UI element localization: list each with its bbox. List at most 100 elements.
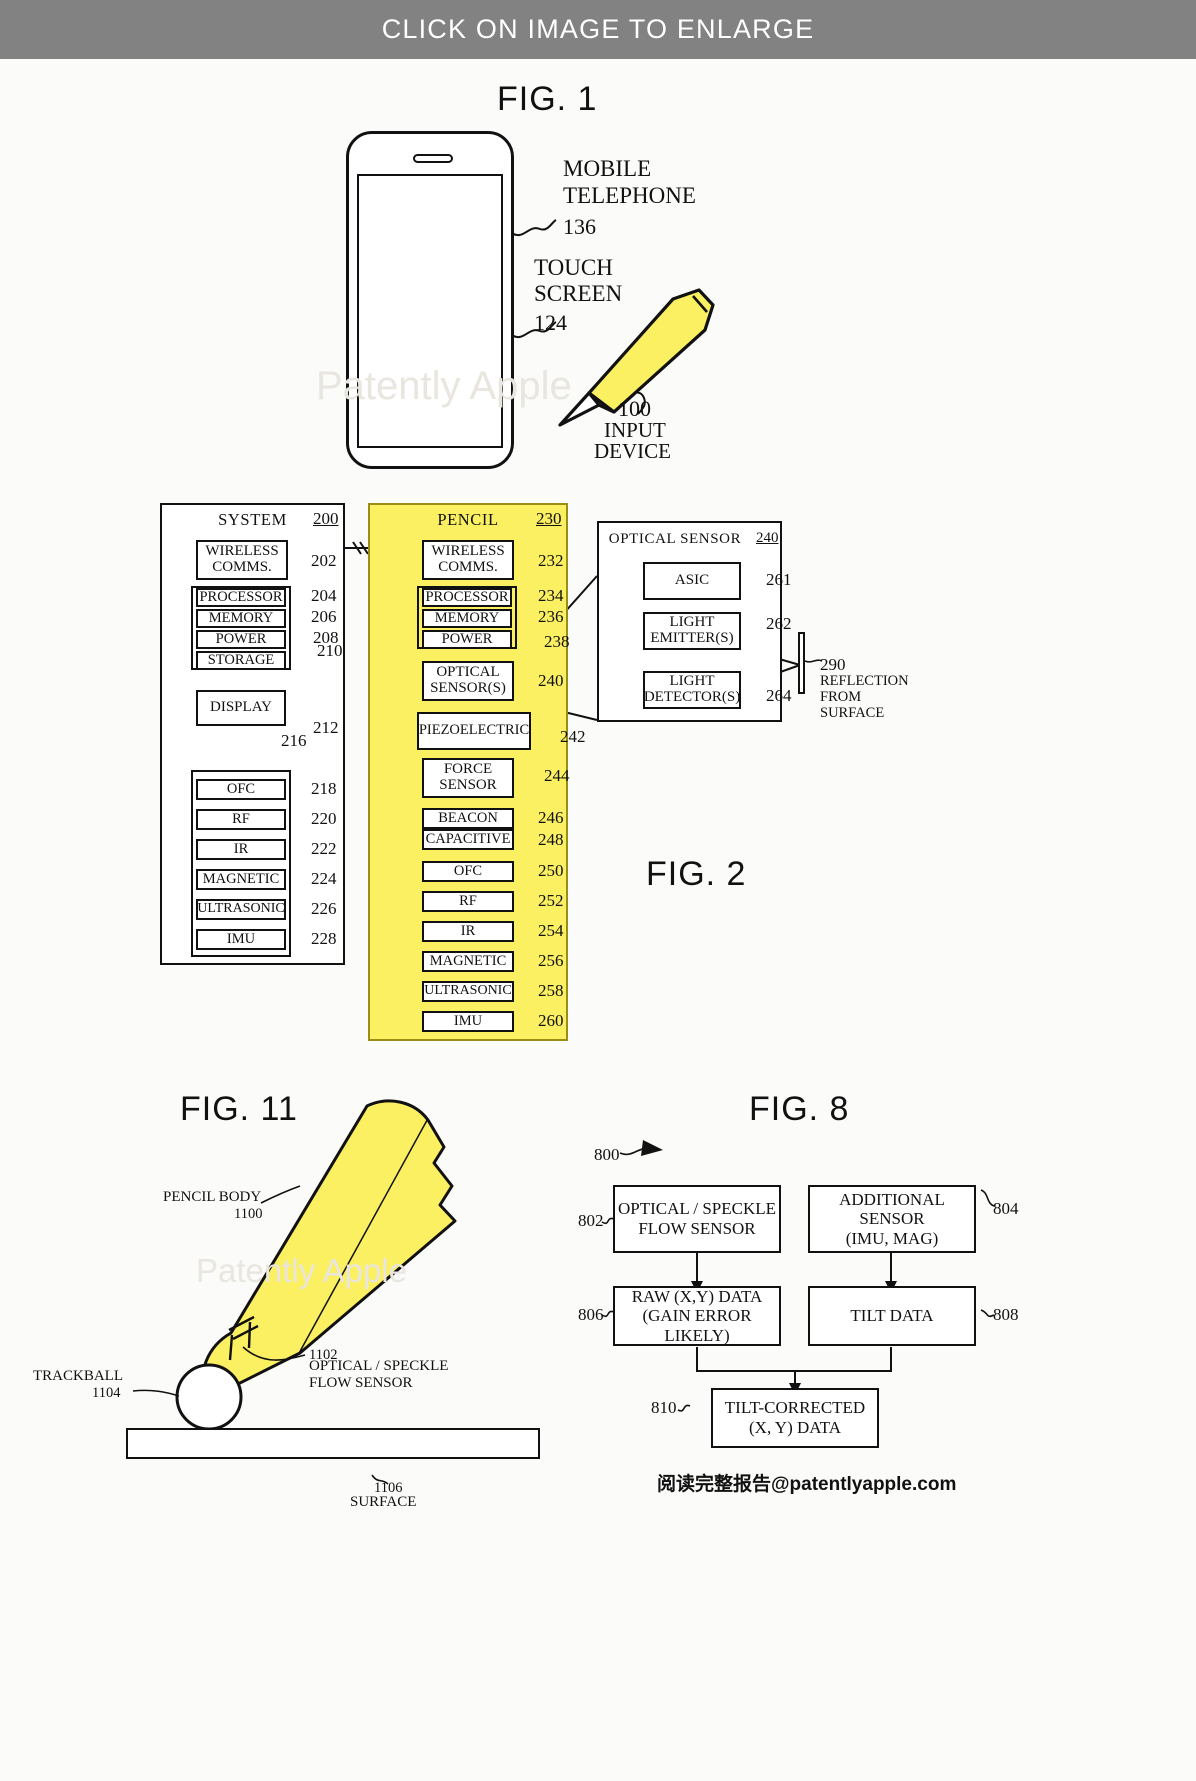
pencil-wireless-line2: COMMS. bbox=[438, 559, 498, 575]
pencil-capacitive-label: CAPACITIVE bbox=[425, 830, 511, 847]
pencil-beacon-label: BEACON bbox=[438, 809, 498, 826]
fig8-node2-line2: (GAIN ERROR LIKELY) bbox=[642, 1306, 752, 1345]
trackball-ref: 1104 bbox=[92, 1385, 121, 1401]
touch-screen-label-line2: SCREEN bbox=[534, 281, 623, 306]
trackball-label: TRACKBALL bbox=[33, 1368, 123, 1384]
fig8-node1-line2: (IMU, MAG) bbox=[845, 1228, 939, 1248]
system-processor-label: PROCESSOR bbox=[199, 588, 283, 605]
touch-screen-ref: 124 bbox=[534, 310, 567, 335]
optical-sensor-panel-title: OPTICAL SENSOR bbox=[608, 531, 742, 547]
system-ultrasonic-label: ULTRASONIC bbox=[197, 901, 285, 917]
pencil-item-magnetic: MAGNETIC bbox=[422, 951, 514, 972]
system-sensor-ir: IR bbox=[196, 839, 286, 860]
pencil-body-ref: 1100 bbox=[234, 1206, 263, 1222]
enlarge-banner-label: CLICK ON IMAGE TO ENLARGE bbox=[381, 14, 815, 44]
optical-detector-line1: LIGHT bbox=[669, 673, 715, 690]
system-processor-ref: 204 bbox=[311, 586, 337, 605]
system-sensor-magnetic: MAGNETIC bbox=[196, 869, 286, 890]
system-wireless-ref: 202 bbox=[311, 551, 337, 570]
reflection-ref: 290 bbox=[820, 655, 846, 674]
pencil-block-memory: MEMORY bbox=[422, 609, 512, 628]
pencil-capacitive-ref: 248 bbox=[538, 830, 564, 849]
pencil-wireless-comms-block: WIRELESS COMMS. bbox=[422, 540, 514, 580]
fig8-node-raw-xy-data: RAW (X,Y) DATA (GAIN ERROR LIKELY) bbox=[613, 1286, 781, 1346]
pencil-item-ofc: OFC bbox=[422, 861, 514, 882]
pencil-rf-ref: 252 bbox=[538, 891, 564, 910]
pencil-block-power: POWER bbox=[422, 630, 512, 649]
phone-speaker-icon bbox=[413, 154, 453, 163]
system-imu-label: IMU bbox=[226, 930, 256, 947]
pencil-item-rf: RF bbox=[422, 891, 514, 912]
fig8-node-optical-speckle-flow-sensor: OPTICAL / SPECKLE FLOW SENSOR bbox=[613, 1185, 781, 1253]
optical-sensor-panel-ref: 240 bbox=[756, 530, 779, 546]
fig8-node3-line1: TILT DATA bbox=[850, 1306, 934, 1326]
pencil-force-line1: FORCE bbox=[443, 761, 493, 778]
system-sensor-imu: IMU bbox=[196, 929, 286, 950]
pencil-memory-label: MEMORY bbox=[434, 609, 500, 626]
system-block-storage: STORAGE bbox=[196, 651, 286, 670]
enlarge-banner[interactable]: CLICK ON IMAGE TO ENLARGE bbox=[0, 0, 1196, 59]
system-ir-label: IR bbox=[233, 840, 249, 857]
system-ofc-ref: 218 bbox=[311, 779, 337, 798]
optical-emitter-line1: LIGHT bbox=[669, 614, 715, 631]
watermark-fig11: Patently Apple bbox=[196, 1252, 407, 1289]
fig8-node2-line1: RAW (X,Y) DATA bbox=[631, 1286, 763, 1306]
pencil-item-ultrasonic: ULTRASONIC bbox=[422, 981, 514, 1002]
pencil-ofc-ref: 250 bbox=[538, 861, 564, 880]
pencil-processor-label: PROCESSOR bbox=[425, 588, 509, 605]
pencil-power-label: POWER bbox=[441, 630, 493, 647]
pencil-rf-label: RF bbox=[459, 892, 477, 909]
mobile-telephone-label-line2: TELEPHONE bbox=[563, 183, 696, 208]
pencil-item-imu: IMU bbox=[422, 1011, 514, 1032]
fig2-title: FIG. 2 bbox=[646, 855, 747, 893]
pencil-block-processor: PROCESSOR bbox=[422, 588, 512, 607]
fig11-sensor-line1: OPTICAL / SPECKLE bbox=[309, 1358, 449, 1374]
system-display-ref: 212 bbox=[313, 718, 339, 737]
system-block-memory: MEMORY bbox=[196, 609, 286, 628]
pencil-imu-ref: 260 bbox=[538, 1011, 564, 1030]
system-magnetic-label: MAGNETIC bbox=[202, 870, 280, 887]
pencil-optical-line1: OPTICAL bbox=[436, 664, 500, 681]
pencil-processor-ref: 234 bbox=[538, 586, 564, 605]
system-sensor-ofc: OFC bbox=[196, 779, 286, 800]
fig8-node0-line2: FLOW SENSOR bbox=[638, 1219, 756, 1238]
reflection-line2: FROM bbox=[820, 689, 862, 705]
optical-light-detector-block: LIGHT DETECTOR(S) bbox=[643, 671, 741, 709]
pencil-ir-label: IR bbox=[460, 922, 476, 939]
pencil-imu-label: IMU bbox=[453, 1012, 483, 1029]
fig1-title: FIG. 1 bbox=[497, 80, 598, 118]
mobile-telephone-label-line1: MOBILE bbox=[563, 156, 652, 181]
pencil-power-ref: 238 bbox=[544, 632, 570, 651]
system-sensors-group-ref: 216 bbox=[281, 731, 307, 750]
system-memory-ref: 206 bbox=[311, 607, 337, 626]
pencil-optical-line2: SENSOR(S) bbox=[430, 680, 506, 696]
pencil-panel-ref: 230 bbox=[536, 509, 562, 528]
fig11-surface-bar bbox=[126, 1428, 540, 1459]
fig8-title: FIG. 8 bbox=[749, 1090, 850, 1128]
pencil-magnetic-ref: 256 bbox=[538, 951, 564, 970]
fig8-node-additional-sensor: ADDITIONAL SENSOR (IMU, MAG) bbox=[808, 1185, 976, 1253]
pencil-memory-ref: 236 bbox=[538, 607, 564, 626]
fig8-flow-ref: 800 bbox=[594, 1145, 620, 1164]
system-sensor-ultrasonic: ULTRASONIC bbox=[196, 899, 286, 920]
pencil-force-sensor-block: FORCE SENSOR bbox=[422, 758, 514, 798]
pencil-ultrasonic-ref: 258 bbox=[538, 981, 564, 1000]
system-panel-ref: 200 bbox=[313, 509, 339, 528]
system-storage-ref: 210 bbox=[317, 641, 343, 660]
pencil-magnetic-label: MAGNETIC bbox=[429, 952, 507, 969]
pencil-ir-ref: 254 bbox=[538, 921, 564, 940]
touch-screen-label-line1: TOUCH bbox=[534, 255, 613, 280]
system-wireless-comms-block: WIRELESS COMMS. bbox=[196, 540, 288, 580]
system-wireless-line1: WIRELESS bbox=[205, 543, 279, 560]
fig8-node2-ref: 806 bbox=[578, 1305, 604, 1324]
optical-asic-ref: 261 bbox=[766, 570, 792, 589]
system-rf-ref: 220 bbox=[311, 809, 337, 828]
optical-detector-ref: 264 bbox=[766, 686, 792, 705]
fig8-node0-line1: OPTICAL / SPECKLE bbox=[617, 1199, 777, 1219]
pencil-beacon-ref: 246 bbox=[538, 808, 564, 827]
pencil-wireless-line1: WIRELESS bbox=[431, 543, 505, 560]
system-block-processor: PROCESSOR bbox=[196, 588, 286, 607]
pencil-item-ir: IR bbox=[422, 921, 514, 942]
fig8-node4-line2: (X, Y) DATA bbox=[749, 1418, 841, 1437]
fig8-node-tilt-corrected-xy-data: TILT-CORRECTED (X, Y) DATA bbox=[711, 1388, 879, 1448]
